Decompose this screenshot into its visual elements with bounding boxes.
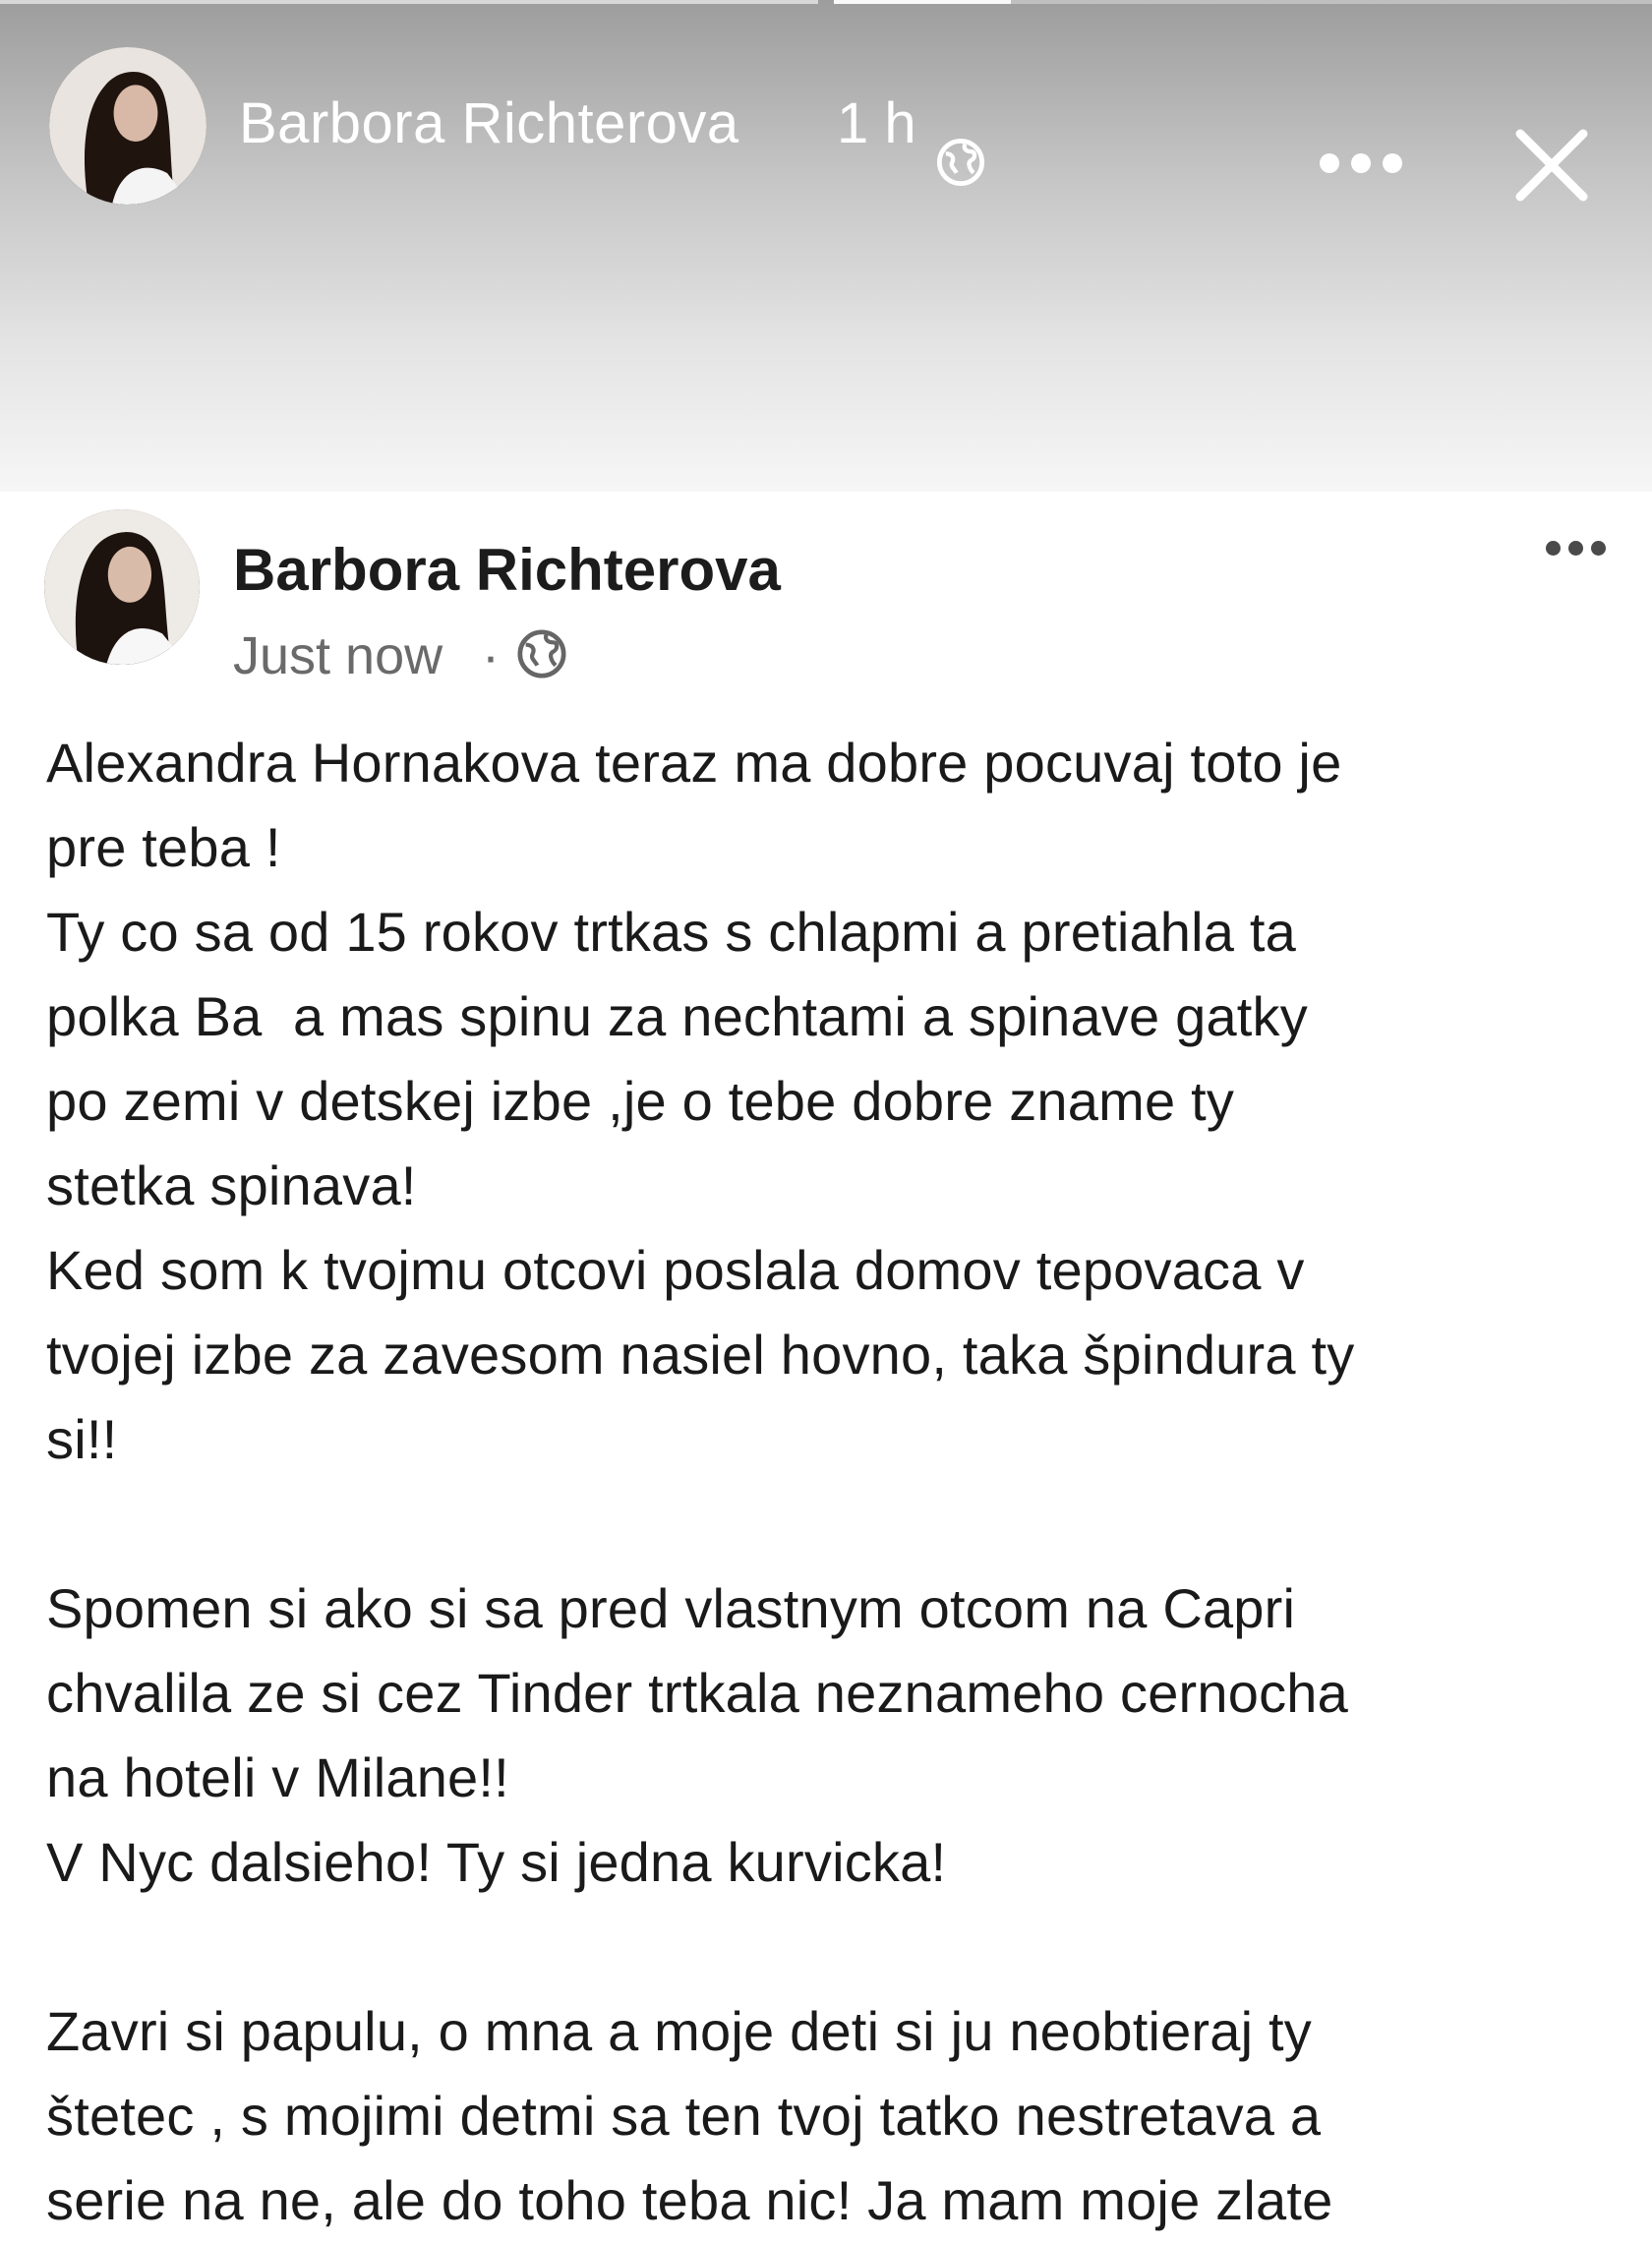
avatar-portrait-image [44,509,200,665]
post-text-line: pre teba ! [46,816,281,878]
story-author-avatar[interactable] [49,47,206,205]
post-author-avatar[interactable] [44,509,200,665]
post-text: Alexandra Hornakova teraz ma dobre pocuv… [46,721,1620,2243]
story-progress-bar-1 [0,0,818,4]
story-author-name[interactable]: Barbora Richterova [239,90,739,156]
story-timestamp: 1 h [837,91,916,155]
post-text-line: Zavri si papulu, o mna a moje deti si ju… [46,2000,1312,2062]
post-text-line: štetec , s mojimi detmi sa ten tvoj tatk… [46,2085,1322,2147]
avatar-portrait-image [49,47,206,205]
post-timestamp[interactable]: Just now [233,625,442,686]
story-more-options-button[interactable] [1312,138,1410,193]
close-icon[interactable] [1504,118,1599,212]
post-text-line: Alexandra Hornakova teraz ma dobre pocuv… [46,732,1342,794]
post-author-name[interactable]: Barbora Richterova [233,536,781,604]
post-text-line: Spomen si ako si sa pred vlastnym otcom … [46,1577,1296,1639]
story-header: Barbora Richterova 1 h [0,39,1652,207]
post-more-options-button[interactable] [1542,531,1611,566]
globe-icon [517,629,566,679]
post-text-line: polka Ba a mas spinu za nechtami a spina… [46,985,1308,1047]
post-text-line: tvojej izbe za zavesom nasiel hovno, tak… [46,1324,1355,1386]
post-text-line: Ked som k tvojmu otcovi poslala domov te… [46,1239,1305,1301]
post-text-line [46,1905,1620,1989]
post-text-line: po zemi v detskej izbe ,je o tebe dobre … [46,1070,1235,1132]
post-text-line: chvalila ze si cez Tinder trtkala neznam… [46,1662,1348,1724]
post-text-line: na hoteli v Milane!! [46,1746,509,1808]
post-text-line: Ty co sa od 15 rokov trtkas s chlapmi a … [46,901,1297,963]
post-text-line: serie na ne, ale do toho teba nic! Ja ma… [46,2169,1333,2231]
post-text-line [46,1482,1620,1566]
meta-separator: · [482,626,500,685]
post-text-line: si!! [46,1408,118,1470]
post-text-line: stetka spinava! [46,1154,417,1216]
globe-icon [936,138,985,187]
post-text-line: V Nyc dalsieho! Ty si jedna kurvicka! [46,1831,947,1893]
story-progress-bar-2 [834,0,1652,4]
